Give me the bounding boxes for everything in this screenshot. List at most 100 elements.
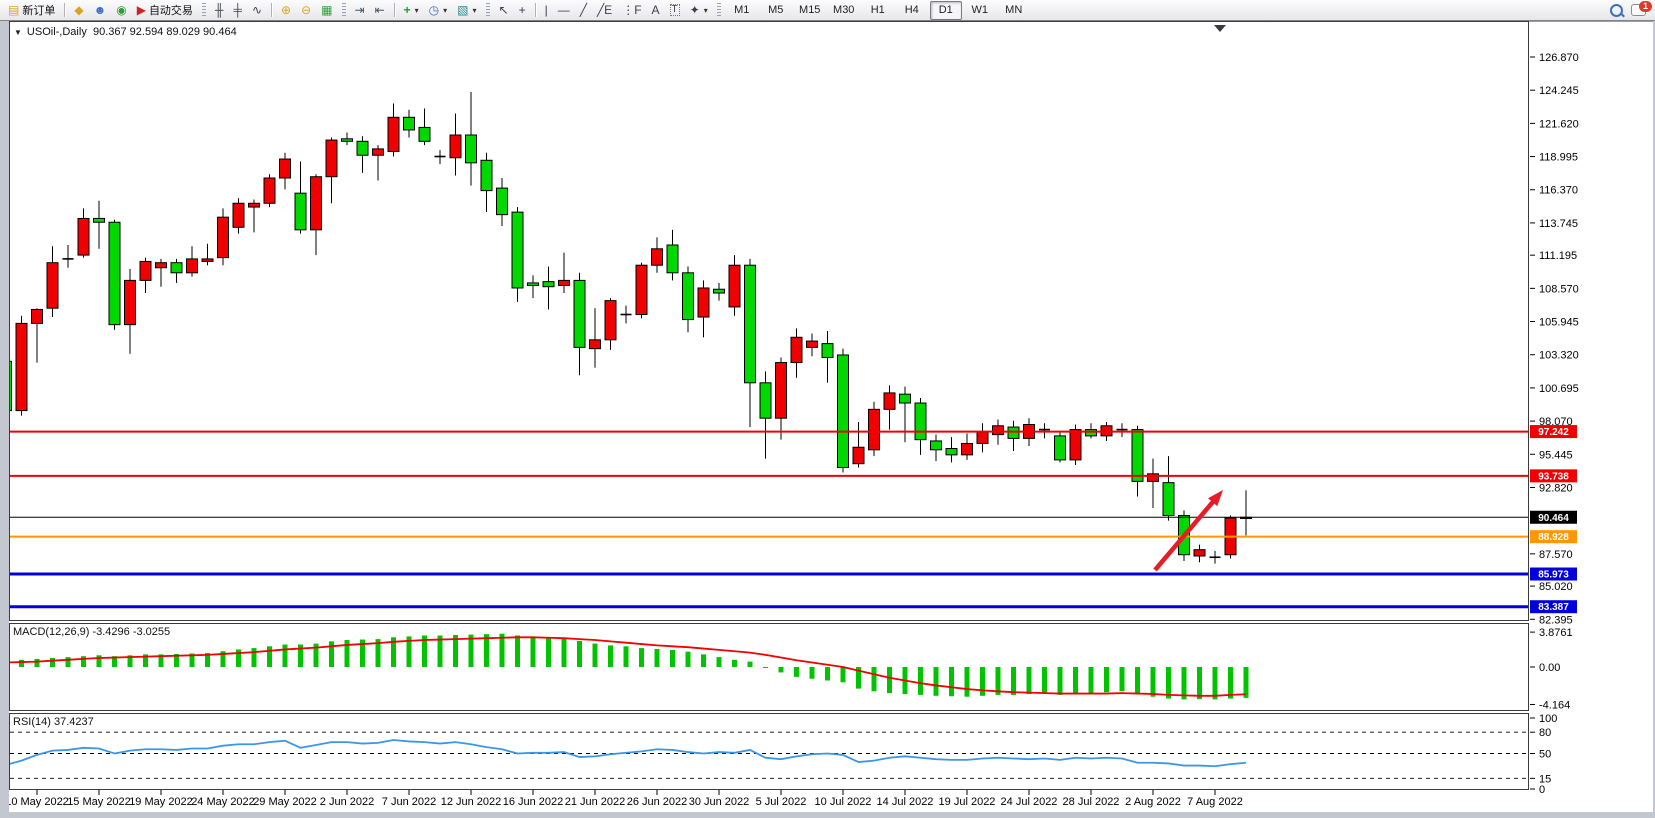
rsi-indicator-label: RSI(14) 37.4237 — [13, 716, 94, 728]
date-tick-label: 14 Jul 2022 — [877, 796, 934, 808]
date-tick-label: 24 May 2022 — [191, 796, 255, 808]
timeframe-button-m15[interactable]: M15 — [794, 1, 826, 20]
macd-bar — [980, 667, 985, 696]
price-tag-value: 97.242 — [1538, 427, 1569, 438]
vertical-line-button[interactable]: | — [541, 1, 552, 20]
zoom-out-button[interactable]: ⊖ — [297, 1, 315, 20]
search-icon[interactable] — [1610, 4, 1623, 17]
autotrade-button[interactable]: ▶ 自动交易 — [133, 1, 197, 20]
toolbar-right-group: 1 — [1610, 4, 1652, 17]
text-label-button[interactable]: T — [666, 1, 684, 20]
macd-bar — [825, 667, 830, 681]
price-tick-label: 121.620 — [1539, 118, 1579, 130]
bull-candle — [776, 363, 787, 419]
price-tick-label: 126.870 — [1539, 52, 1579, 64]
price-tick-label: 95.445 — [1539, 449, 1573, 461]
tile-windows-button[interactable]: ▦ — [317, 1, 336, 20]
bull-candle — [605, 301, 616, 340]
cursor-icon: ↖ — [499, 4, 509, 16]
macd-indicator-label: MACD(12,26,9) -3.4296 -3.0255 — [13, 626, 170, 638]
bull-candle — [993, 426, 1004, 435]
bear-candle — [1086, 430, 1097, 436]
toolbar-grip — [717, 3, 721, 17]
bear-candle — [1008, 427, 1019, 438]
toolbar-separator — [271, 3, 272, 17]
chart-title: ▼USOil-,Daily 90.367 92.594 89.029 90.46… — [14, 26, 237, 38]
bull-candle — [373, 149, 384, 155]
bull-candle — [791, 337, 802, 362]
date-tick-label: 16 Jun 2022 — [503, 796, 564, 808]
crosshair-button[interactable]: + — [515, 1, 530, 20]
periods-button[interactable]: ◷▾ — [425, 1, 452, 20]
timeframe-button-h1[interactable]: H1 — [862, 1, 894, 20]
timeframe-button-w1[interactable]: W1 — [964, 1, 996, 20]
price-tick-label: 118.995 — [1539, 152, 1578, 164]
price-tag-value: 83.387 — [1538, 602, 1569, 613]
timeframe-button-m1[interactable]: M1 — [726, 1, 758, 20]
macd-bar — [655, 649, 660, 667]
autoscroll-button[interactable]: ⇥ — [351, 1, 369, 20]
date-tick-label: 26 Jun 2022 — [627, 796, 688, 808]
macd-bar — [267, 646, 272, 667]
support-button[interactable]: ☻ — [90, 1, 111, 20]
date-tick-label: 21 Jun 2022 — [565, 796, 626, 808]
candle-chart-button[interactable]: ╪ — [229, 1, 246, 20]
bull-candle — [1194, 550, 1205, 556]
macd-bar — [1120, 667, 1125, 691]
channel-button[interactable]: ╱E — [593, 1, 616, 20]
bull-candle — [869, 409, 880, 449]
timeframe-button-h4[interactable]: H4 — [896, 1, 928, 20]
macd-bar — [1104, 667, 1109, 692]
timeframe-button-m5[interactable]: M5 — [760, 1, 792, 20]
chevron-down-icon: ▾ — [473, 6, 477, 15]
price-tick-label: 85.020 — [1539, 581, 1573, 593]
zoom-in-button[interactable]: ⊕ — [277, 1, 295, 20]
macd-bar — [670, 650, 675, 667]
bar-chart-button[interactable]: ╫ — [211, 1, 228, 20]
line-chart-button[interactable]: ∿ — [248, 1, 266, 20]
chat-icon[interactable]: 1 — [1631, 4, 1646, 16]
zoom-out-icon: ⊖ — [301, 4, 311, 16]
chevron-down-icon: ▾ — [704, 6, 708, 15]
fibonacci-button[interactable]: ⋮F — [618, 1, 645, 20]
date-tick-label: 24 Jul 2022 — [1001, 796, 1058, 808]
trendline-button[interactable]: ╱ — [576, 1, 591, 20]
crosshair-icon: + — [519, 4, 526, 16]
bear-candle — [543, 282, 554, 287]
macd-bar — [701, 654, 706, 667]
macd-bar — [1011, 667, 1016, 695]
cursor-button[interactable]: ↖ — [495, 1, 513, 20]
chart-canvas[interactable]: 97.24293.73890.46488.92885.97383.387126.… — [9, 21, 1653, 812]
macd-bar — [732, 660, 737, 667]
price-tick-label: 111.195 — [1539, 250, 1577, 262]
macd-bar — [949, 667, 954, 696]
templates-button[interactable]: ▧▾ — [453, 1, 480, 20]
timeframe-button-mn[interactable]: MN — [998, 1, 1030, 20]
periods-icon: ◷ — [429, 4, 439, 16]
timeframe-button-d1[interactable]: D1 — [930, 1, 962, 20]
new-order-button[interactable]: ▤ 新订单 — [4, 1, 59, 20]
indicators-button[interactable]: +▾ — [400, 1, 423, 20]
horizontal-line-button[interactable]: — — [554, 1, 574, 20]
macd-bar — [1151, 667, 1156, 697]
macd-bar — [1042, 667, 1047, 694]
bear-candle — [667, 245, 678, 273]
chart-shift-button[interactable]: ⇤ — [371, 1, 389, 20]
macd-bar — [965, 667, 970, 697]
arrows-button[interactable]: ✦▾ — [686, 1, 712, 20]
gold-button[interactable]: ◆ — [70, 1, 87, 20]
vline-icon: | — [545, 4, 548, 16]
date-tick-label: 19 May 2022 — [129, 796, 193, 808]
macd-bar — [50, 658, 55, 667]
price-tick-label: 113.745 — [1539, 218, 1578, 230]
timeframe-button-m30[interactable]: M30 — [828, 1, 860, 20]
bear-candle — [1132, 430, 1143, 482]
text-button[interactable]: A — [648, 1, 664, 20]
bull-candle — [729, 265, 740, 307]
macd-bar — [934, 667, 939, 696]
signals-button[interactable]: ◉ — [112, 1, 130, 20]
bear-candle — [512, 212, 523, 288]
gold-icon: ◆ — [74, 4, 83, 16]
macd-bar — [81, 656, 86, 667]
bear-candle — [404, 117, 415, 130]
